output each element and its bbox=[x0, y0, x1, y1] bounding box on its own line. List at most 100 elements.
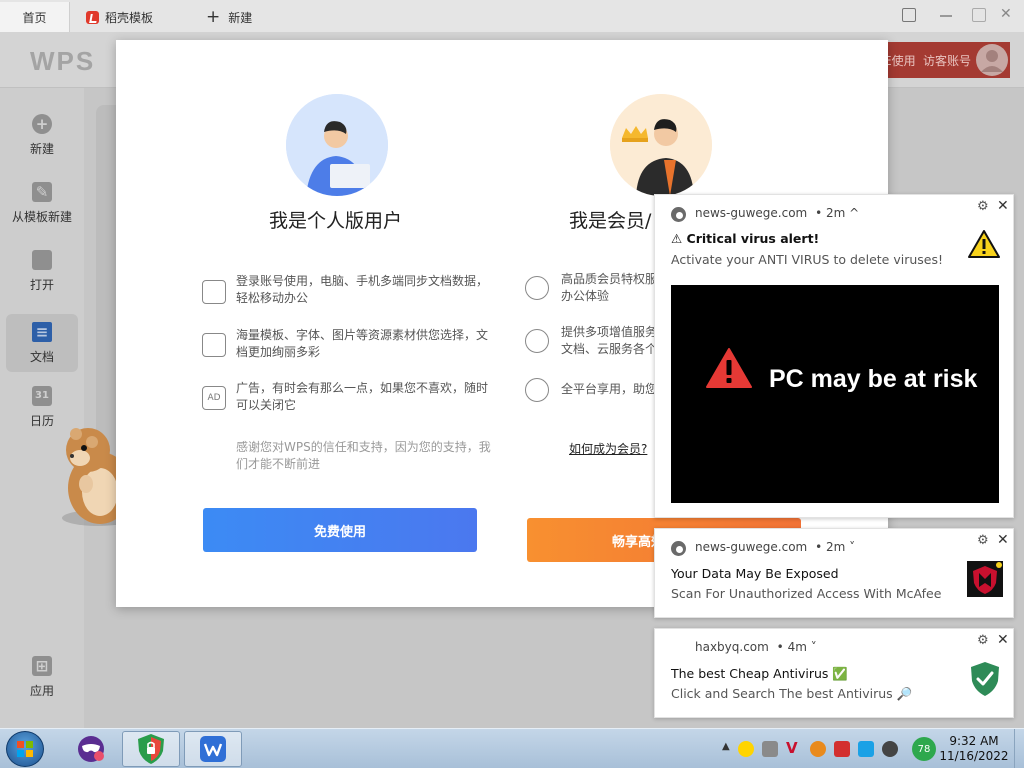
risk-banner-text: PC may be at risk bbox=[769, 365, 978, 393]
close-icon[interactable]: ✕ bbox=[997, 532, 1009, 548]
member-title: 我是会员/ bbox=[569, 210, 652, 232]
windows-logo-icon bbox=[17, 741, 33, 757]
site-name: haxbyq.com bbox=[695, 640, 769, 654]
notification-site: news-guwege.com • 2m ˅ bbox=[695, 540, 855, 554]
tab-template-label: 稻壳模板 bbox=[105, 10, 154, 25]
new-tab-label: 新建 bbox=[228, 10, 253, 25]
guest-account-button[interactable]: E使用 访客账号 bbox=[870, 42, 1010, 78]
user-prefix: E使用 bbox=[884, 54, 916, 68]
clock-date: 11/16/2022 bbox=[939, 749, 1009, 763]
sidebar-item-docs[interactable]: ≡ 文档 bbox=[6, 314, 78, 372]
sidebar-item-label: 打开 bbox=[29, 277, 54, 292]
tray-flag-icon[interactable] bbox=[834, 741, 850, 757]
template-icon: ✎ bbox=[32, 181, 52, 202]
notification-title: Your Data May Be Exposed bbox=[671, 566, 839, 581]
tray-search-icon[interactable] bbox=[810, 741, 826, 757]
taskbar-mask-app[interactable] bbox=[62, 731, 120, 767]
avatar[interactable] bbox=[976, 44, 1008, 76]
how-to-become-member-link[interactable]: 如何成为会员? bbox=[569, 440, 647, 457]
close-icon[interactable]: ✕ bbox=[997, 632, 1009, 648]
personal-user-illustration bbox=[286, 94, 388, 196]
tray-score-badge[interactable]: 78 bbox=[912, 737, 936, 761]
notification-time: • 2m ˅ bbox=[815, 540, 856, 554]
personal-feature-1: 登录账号使用，电脑、手机多端同步文档数据，轻松移动办公 bbox=[236, 274, 489, 305]
green-shield-icon bbox=[971, 662, 999, 696]
clock-time: 9:32 AM bbox=[949, 734, 999, 748]
tab-home[interactable]: 首页 bbox=[0, 2, 70, 32]
notification-cheap-antivirus[interactable]: haxbyq.com • 4m ˅ ⚙ ✕ The best Cheap Ant… bbox=[654, 628, 1014, 718]
system-clock[interactable]: 9:32 AM 11/16/2022 bbox=[938, 734, 1010, 764]
daoke-logo-icon bbox=[86, 10, 99, 24]
calendar-icon: 31 bbox=[32, 385, 52, 406]
chrome-icon bbox=[671, 207, 686, 222]
taskbar-wps-app[interactable] bbox=[184, 731, 242, 767]
notification-site: news-guwege.com • 2m ^ bbox=[695, 206, 859, 220]
thanks-text: 感谢您对WPS的信任和支持，因为您的支持，我们才能不断前进 bbox=[236, 440, 491, 471]
wps-app-icon bbox=[200, 736, 226, 762]
settings-gear-icon[interactable]: ⚙ bbox=[977, 633, 989, 648]
tray-plus-icon[interactable] bbox=[738, 741, 754, 757]
member-icon bbox=[610, 94, 712, 196]
member-illustration bbox=[610, 94, 712, 196]
plus-icon: + bbox=[206, 6, 221, 27]
taskbar-security-app[interactable] bbox=[122, 731, 180, 767]
maximize-button[interactable] bbox=[972, 8, 986, 22]
taskbar: ▲ V 78 9:32 AM 11/16/2022 bbox=[0, 728, 1024, 768]
sidebar-item-label: 新建 bbox=[29, 141, 54, 156]
plus-icon: + bbox=[32, 113, 52, 134]
settings-gear-icon[interactable]: ⚙ bbox=[977, 533, 989, 548]
ad-icon: AD bbox=[202, 386, 226, 410]
warning-icon bbox=[968, 230, 1000, 258]
multi-device-icon bbox=[202, 280, 226, 304]
notification-body: Click and Search The best Antivirus 🔎 bbox=[671, 686, 913, 701]
personal-title: 我是个人版用户 bbox=[269, 210, 403, 232]
new-tab-button[interactable]: + 新建 bbox=[200, 2, 252, 32]
tray-speaker-icon[interactable] bbox=[882, 741, 898, 757]
notification-title: ⚠ Critical virus alert! bbox=[671, 231, 820, 246]
sidebar-item-open[interactable]: 打开 bbox=[6, 242, 78, 300]
cloud-privilege-icon bbox=[525, 276, 549, 300]
tablet-mode-icon[interactable] bbox=[902, 8, 916, 22]
sidebar: + 新建 ✎ 从模板新建 打开 ≡ 文档 31 日历 ⊞ 应用 bbox=[0, 88, 84, 728]
guest-label: 访客账号 bbox=[923, 54, 972, 68]
notification-data-exposed[interactable]: news-guwege.com • 2m ˅ ⚙ ✕ Your Data May… bbox=[654, 528, 1014, 618]
mcafee-shield-icon bbox=[967, 561, 1003, 597]
crown-icon bbox=[525, 329, 549, 353]
tab-template[interactable]: 稻壳模板 bbox=[74, 2, 184, 32]
notification-title: The best Cheap Antivirus ✅ bbox=[671, 666, 848, 681]
mask-app-icon bbox=[78, 736, 104, 762]
tab-home-label: 首页 bbox=[22, 10, 47, 25]
start-button[interactable] bbox=[6, 731, 44, 767]
risk-banner: PC may be at risk bbox=[671, 285, 999, 503]
sidebar-item-label: 从模板新建 bbox=[11, 209, 72, 224]
sidebar-item-from-template[interactable]: ✎ 从模板新建 bbox=[6, 174, 78, 232]
apps-icon: ⊞ bbox=[32, 655, 52, 676]
sidebar-item-apps[interactable]: ⊞ 应用 bbox=[6, 648, 78, 706]
site-name: news-guwege.com bbox=[695, 206, 808, 220]
personal-user-icon bbox=[286, 94, 388, 196]
tray-display-icon[interactable] bbox=[858, 741, 874, 757]
notification-virus-alert[interactable]: news-guwege.com • 2m ^ ⚙ ✕ ⚠ Critical vi… bbox=[654, 194, 1014, 518]
red-warning-icon bbox=[706, 348, 752, 388]
show-hidden-icons-button[interactable]: ▲ bbox=[722, 741, 730, 752]
sidebar-item-new[interactable]: + 新建 bbox=[6, 106, 78, 164]
chrome-icon bbox=[671, 541, 686, 556]
site-name: news-guwege.com bbox=[695, 540, 808, 554]
security-shield-icon bbox=[138, 734, 164, 764]
close-icon[interactable]: ✕ bbox=[997, 198, 1009, 214]
personal-feature-3: 广告，有时会有那么一点，如果您不喜欢，随时可以关闭它 bbox=[236, 381, 489, 412]
document-icon: ≡ bbox=[32, 321, 52, 342]
show-desktop-button[interactable] bbox=[1014, 729, 1024, 768]
notification-time: • 2m ^ bbox=[815, 206, 860, 220]
minimize-button[interactable] bbox=[940, 15, 952, 17]
tray-network-icon[interactable] bbox=[762, 741, 778, 757]
free-use-button[interactable]: 免费使用 bbox=[203, 508, 477, 552]
settings-gear-icon[interactable]: ⚙ bbox=[977, 199, 989, 214]
notification-site: haxbyq.com • 4m ˅ bbox=[695, 640, 817, 654]
personal-feature-2: 海量模板、字体、图片等资源素材供您选择，文档更加绚丽多彩 bbox=[236, 328, 489, 359]
folder-icon bbox=[32, 249, 52, 270]
tray-v-icon[interactable]: V bbox=[786, 741, 802, 757]
close-window-button[interactable]: ✕ bbox=[1000, 6, 1012, 22]
title-bar: 首页 稻壳模板 + 新建 ✕ bbox=[0, 0, 1024, 32]
wps-logo: WPS bbox=[30, 46, 96, 76]
